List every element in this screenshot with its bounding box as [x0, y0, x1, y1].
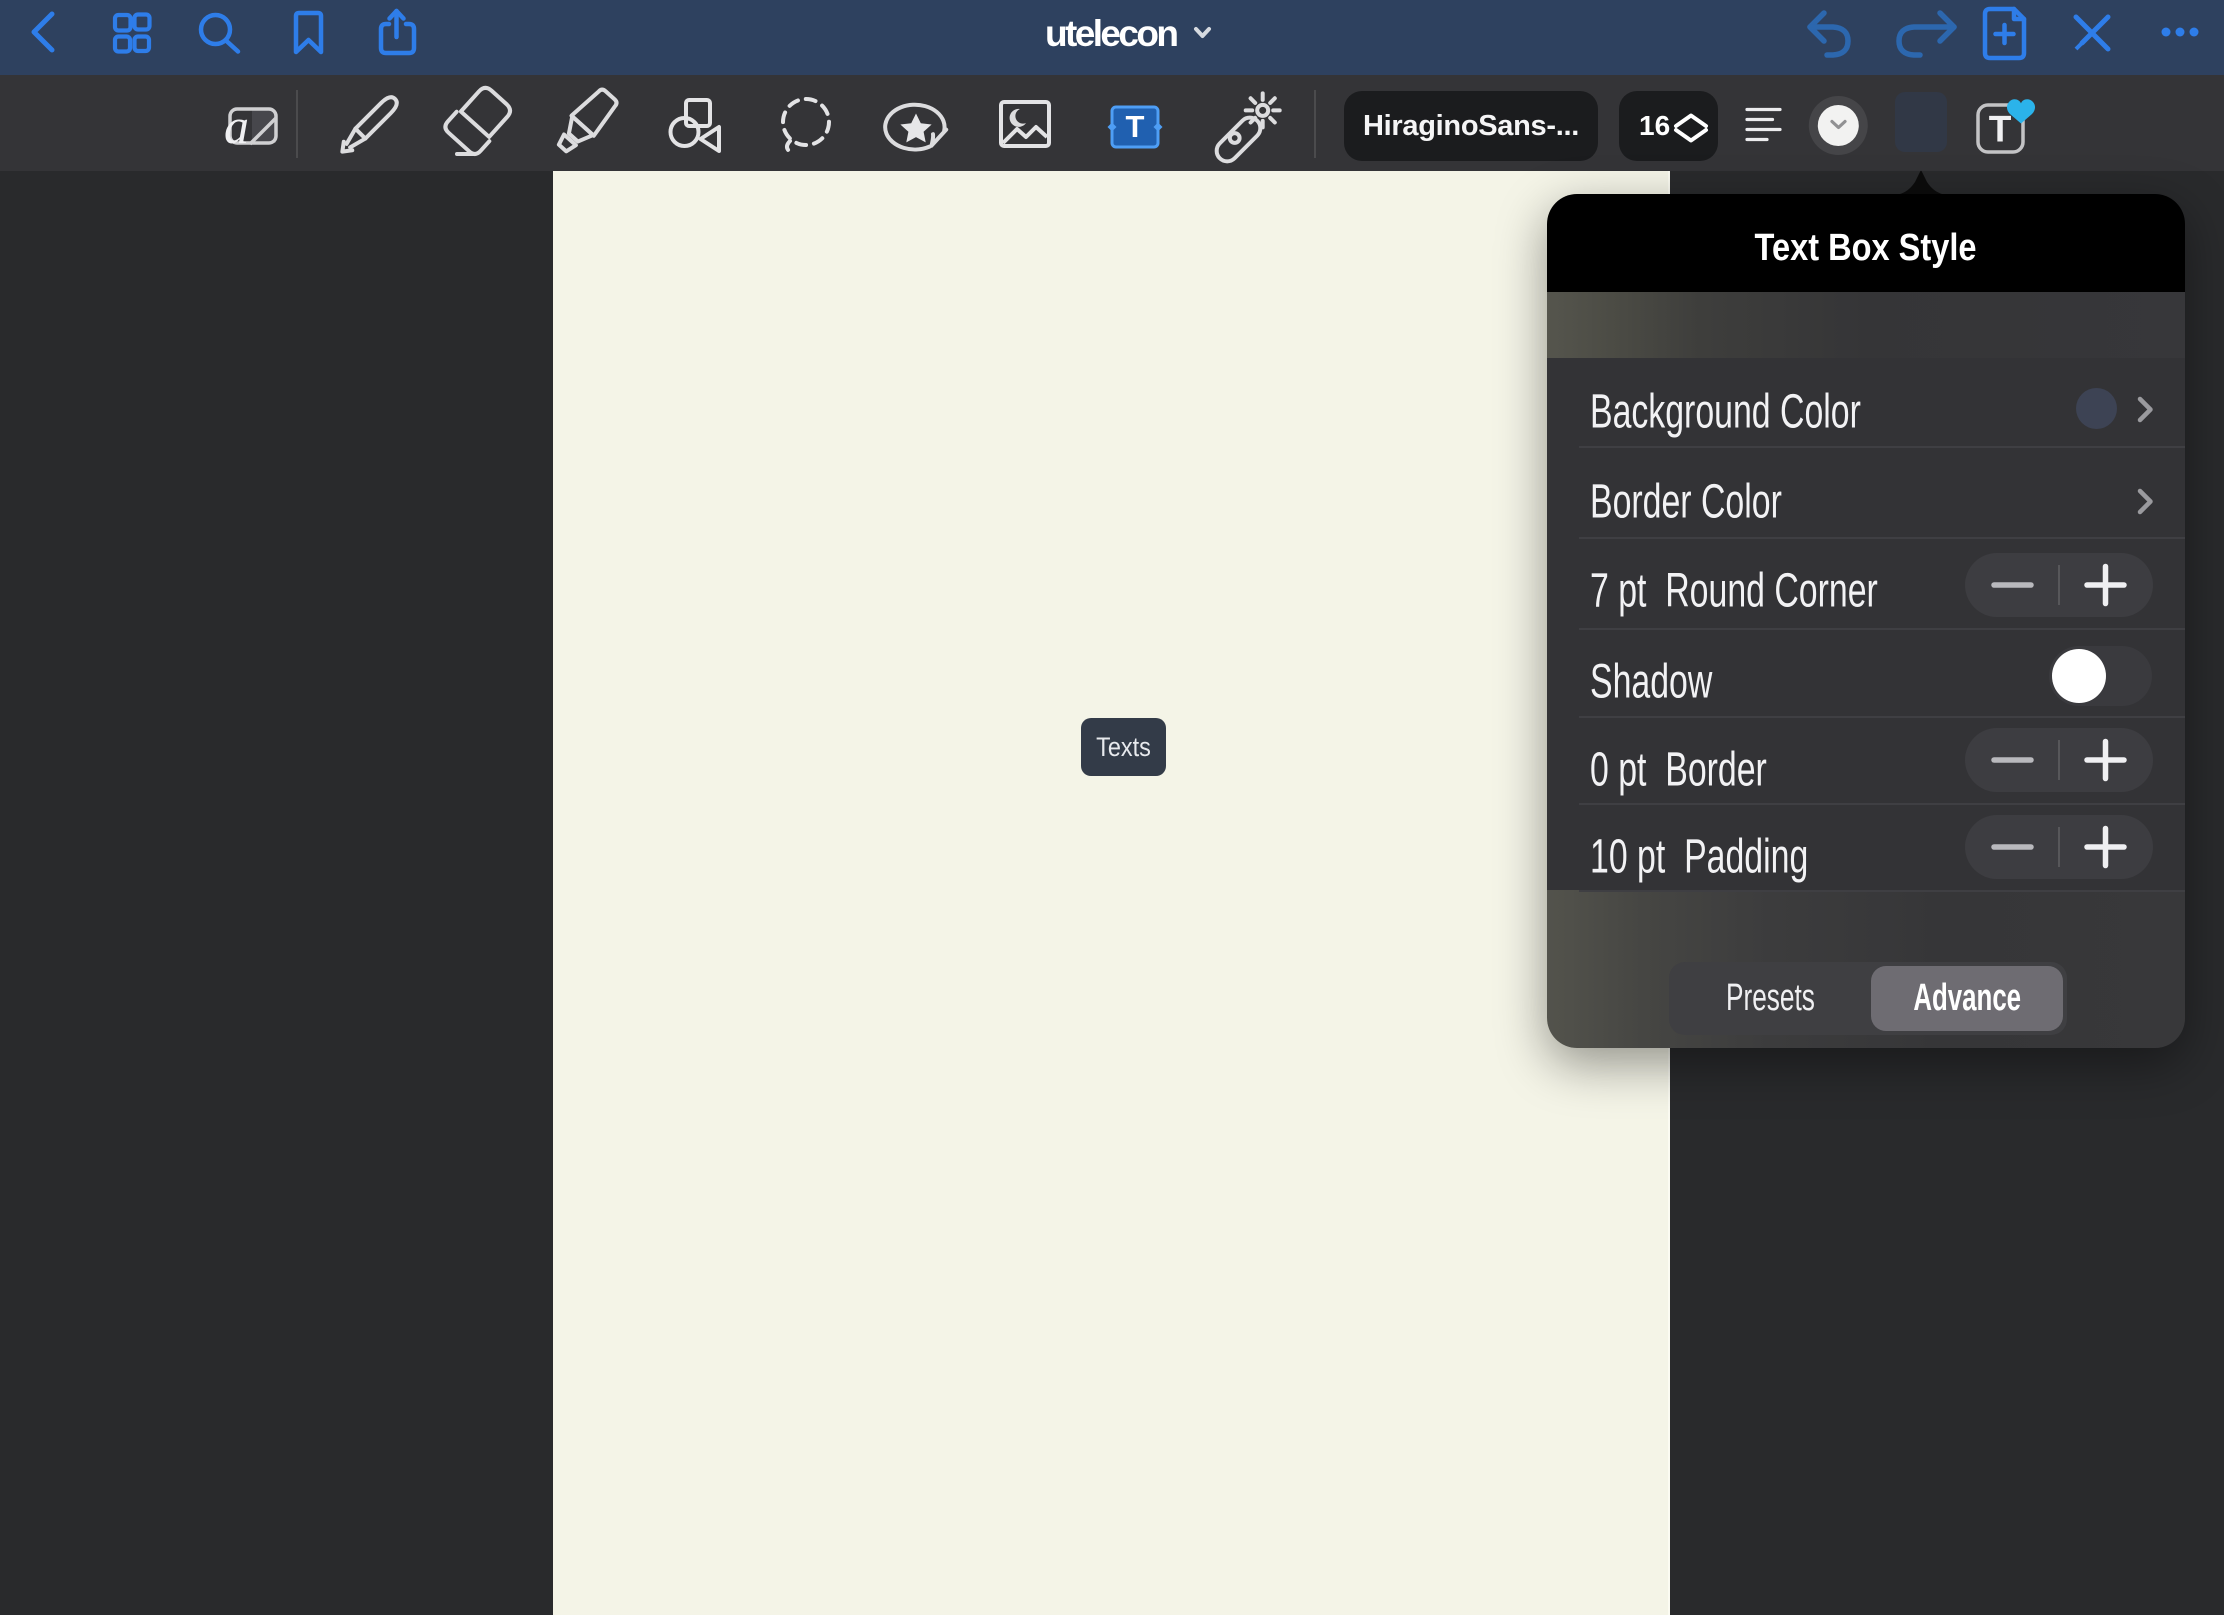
svg-text:T: T: [1989, 109, 2012, 150]
svg-text:16: 16: [1639, 110, 1670, 141]
svg-text:T: T: [1126, 109, 1145, 144]
svg-text:a: a: [224, 98, 249, 154]
svg-text:utelecon: utelecon: [1045, 13, 1179, 54]
